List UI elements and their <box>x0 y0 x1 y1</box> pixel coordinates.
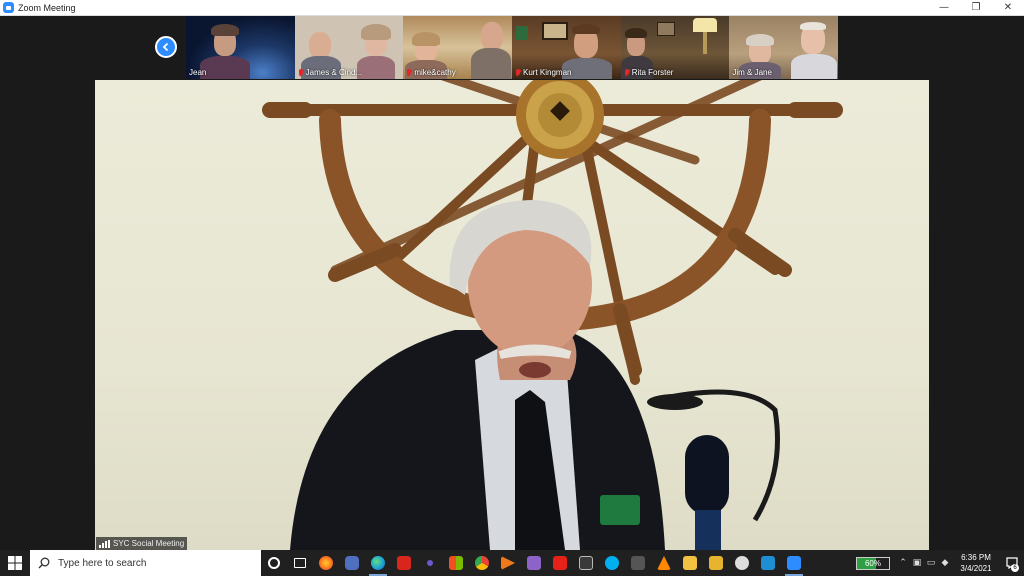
sway-icon <box>761 556 775 570</box>
close-button[interactable]: ✕ <box>992 0 1024 16</box>
hd-youtube-icon <box>553 556 567 570</box>
zoom-taskbar-button[interactable] <box>781 550 807 576</box>
screen: Zoom Meeting — ❐ ✕ Jean James & Cind... … <box>0 0 1024 576</box>
file-explorer-button[interactable] <box>677 550 703 576</box>
media-player-button[interactable] <box>495 550 521 576</box>
firefox-button[interactable] <box>313 550 339 576</box>
taskbar-search-input[interactable]: Type here to search <box>30 550 261 576</box>
dropbox-icon[interactable]: ◆ <box>938 550 952 576</box>
participant-name: Jim & Jane <box>732 68 772 77</box>
muted-microphone-icon <box>624 68 630 77</box>
task-view-button[interactable] <box>287 550 313 576</box>
search-icon <box>38 557 50 569</box>
gallery-previous-button[interactable] <box>155 36 177 58</box>
participant-tile-rita-forster[interactable]: Rita Forster <box>620 16 730 79</box>
t-app-button[interactable] <box>729 550 755 576</box>
network-icon[interactable]: ▣ <box>910 550 924 576</box>
participant-tile-mike-cathy[interactable]: mike&cathy <box>403 16 512 79</box>
acrobat-button[interactable] <box>391 550 417 576</box>
window-title: Zoom Meeting <box>18 2 76 13</box>
acrobat-icon <box>397 556 411 570</box>
windows-logo-icon <box>8 556 22 570</box>
participant-name: Jean <box>189 68 207 77</box>
file-explorer-icon <box>683 556 697 570</box>
restore-button[interactable]: ❐ <box>960 0 992 16</box>
chrome-icon <box>475 556 489 570</box>
muted-microphone-icon <box>515 68 521 77</box>
battery-icon[interactable]: ▭ <box>924 550 938 576</box>
active-speaker-video[interactable] <box>95 80 929 550</box>
battery-indicator[interactable]: 60% <box>856 556 890 570</box>
microphone-icon <box>647 389 780 550</box>
notification-center-button[interactable]: 6 <box>1000 550 1024 576</box>
media-player-icon <box>501 556 515 570</box>
photos-icon <box>527 556 541 570</box>
skype-button[interactable] <box>599 550 625 576</box>
taskbar-clock[interactable]: 6:36 PM 3/4/2021 <box>952 552 1000 574</box>
zoom-app-icon <box>3 2 14 13</box>
teams-button[interactable] <box>417 550 443 576</box>
mail-icon <box>709 556 723 570</box>
window-controls: — ❐ ✕ <box>928 0 1024 16</box>
notification-count-badge: 6 <box>1011 564 1019 572</box>
chrome-button[interactable] <box>469 550 495 576</box>
task-view-icon <box>294 558 306 568</box>
app-icon <box>631 556 645 570</box>
chat-icon <box>345 556 359 570</box>
speaker-scene <box>262 80 843 550</box>
calculator-icon <box>579 556 593 570</box>
participant-name: Kurt Kingman <box>515 68 571 77</box>
signal-strength-icon <box>99 539 110 548</box>
chevron-left-icon <box>162 42 169 52</box>
muted-microphone-icon <box>298 68 304 77</box>
t-app-icon <box>735 556 749 570</box>
app-button[interactable] <box>625 550 651 576</box>
store-button[interactable] <box>443 550 469 576</box>
minimize-button[interactable]: — <box>928 0 960 16</box>
hd-youtube-button[interactable] <box>547 550 573 576</box>
meeting-name-label: SYC Social Meeting <box>96 537 188 550</box>
windows-start-button[interactable] <box>0 550 30 576</box>
cortana-icon <box>268 557 280 569</box>
participant-tile-jean[interactable]: Jean <box>186 16 295 79</box>
edge-button[interactable] <box>365 550 391 576</box>
store-icon <box>449 556 463 570</box>
teams-icon <box>427 560 433 566</box>
participant-name: James & Cind... <box>298 68 362 77</box>
firefox-icon <box>319 556 333 570</box>
vlc-icon <box>657 556 671 570</box>
chat-button[interactable] <box>339 550 365 576</box>
photos-button[interactable] <box>521 550 547 576</box>
window-titlebar: Zoom Meeting — ❐ ✕ <box>0 0 1024 16</box>
clock-time: 6:36 PM <box>961 553 991 562</box>
show-hidden-icons-button[interactable]: ⌃ <box>896 550 910 576</box>
zoom-icon <box>787 556 801 570</box>
vlc-button[interactable] <box>651 550 677 576</box>
meeting-area: Jean James & Cind... mike&cathy Kurt Kin… <box>0 16 1024 550</box>
participant-name: mike&cathy <box>406 68 456 77</box>
muted-microphone-icon <box>406 68 412 77</box>
participant-tile-james-cind[interactable]: James & Cind... <box>294 16 404 79</box>
edge-icon <box>371 556 385 570</box>
participant-strip: Jean James & Cind... mike&cathy Kurt Kin… <box>186 16 838 79</box>
participant-tile-kurt-kingman[interactable]: Kurt Kingman <box>512 16 621 79</box>
participant-name: Rita Forster <box>624 68 673 77</box>
mail-button[interactable] <box>703 550 729 576</box>
calculator-button[interactable] <box>573 550 599 576</box>
skype-icon <box>605 556 619 570</box>
windows-taskbar: Type here to search 60% ⌃ ▣ ▭ ◆ 6:36 PM … <box>0 550 1024 576</box>
system-tray: 60% ⌃ ▣ ▭ ◆ 6:36 PM 3/4/2021 6 <box>850 550 1024 576</box>
clock-date: 3/4/2021 <box>960 564 992 573</box>
sway-button[interactable] <box>755 550 781 576</box>
participant-tile-jim-jane[interactable]: Jim & Jane <box>729 16 838 79</box>
cortana-button[interactable] <box>261 550 287 576</box>
